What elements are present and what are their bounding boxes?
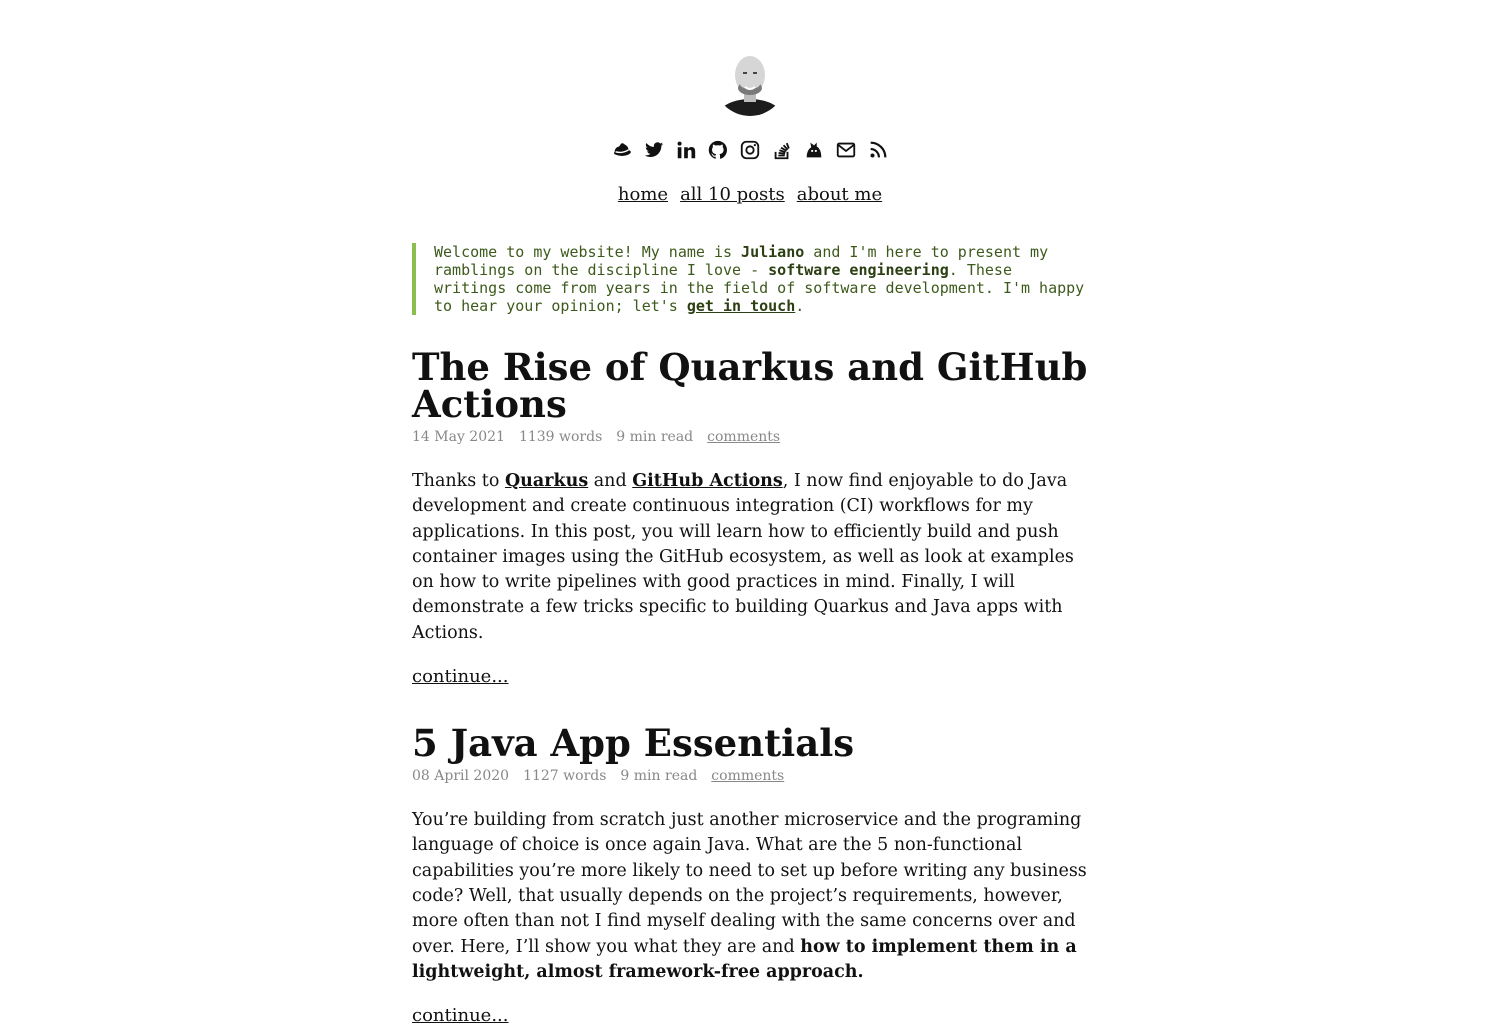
main-nav: home all 10 posts about me xyxy=(412,184,1088,205)
post-word-count: 1127 words xyxy=(523,768,607,785)
post-summary: Thanks to Quarkus and GitHub Actions, I … xyxy=(412,469,1088,646)
nav-all-posts[interactable]: all 10 posts xyxy=(680,184,785,205)
post-date: 08 April 2020 xyxy=(412,768,510,785)
continue-link[interactable]: continue... xyxy=(412,1005,509,1026)
intro-text-1: Welcome to my website! My name is xyxy=(434,243,742,261)
github-icon[interactable] xyxy=(707,139,729,161)
rss-icon[interactable] xyxy=(867,139,889,161)
nav-about-me[interactable]: about me xyxy=(797,184,882,205)
post-card: The Rise of Quarkus and GitHub Actions 1… xyxy=(412,349,1088,688)
post-comments-link[interactable]: comments xyxy=(707,429,780,445)
mastodon-icon[interactable] xyxy=(803,139,825,161)
post-meta: 14 May 2021 1139 words 9 min read commen… xyxy=(412,429,1088,445)
avatar-wrap xyxy=(412,44,1088,116)
quarkus-link[interactable]: Quarkus xyxy=(505,471,588,491)
intro-text-4: . xyxy=(795,297,805,315)
stackoverflow-icon[interactable] xyxy=(771,139,793,161)
twitter-icon[interactable] xyxy=(643,139,665,161)
intro-name: Juliano xyxy=(741,243,805,261)
email-icon[interactable] xyxy=(835,139,857,161)
redhat-icon[interactable] xyxy=(611,139,633,161)
avatar[interactable] xyxy=(714,44,786,116)
post-summary: You’re building from scratch just anothe… xyxy=(412,808,1088,985)
post-card: 5 Java App Essentials 08 April 2020 1127… xyxy=(412,725,1088,1026)
instagram-icon[interactable] xyxy=(739,139,761,161)
summary-text: Thanks to xyxy=(412,471,505,491)
summary-text: , I now find enjoyable to do Java develo… xyxy=(412,471,1074,643)
page: home all 10 posts about me Welcome to my… xyxy=(412,0,1088,1026)
summary-text: You’re building from scratch just anothe… xyxy=(412,810,1087,957)
post-title[interactable]: 5 Java App Essentials xyxy=(412,725,1088,762)
post-meta: 08 April 2020 1127 words 9 min read comm… xyxy=(412,768,1088,784)
linkedin-icon[interactable] xyxy=(675,139,697,161)
post-word-count: 1139 words xyxy=(518,429,603,445)
continue-link[interactable]: continue... xyxy=(412,666,509,687)
summary-text: and xyxy=(588,471,633,491)
github-actions-link[interactable]: GitHub Actions xyxy=(632,471,782,491)
post-read-time: 9 min read xyxy=(620,768,698,785)
post-date: 14 May 2021 xyxy=(412,429,505,445)
intro-topic: software engineering xyxy=(768,261,949,279)
nav-home[interactable]: home xyxy=(618,184,668,205)
intro-blockquote: Welcome to my website! My name is Julian… xyxy=(412,243,1088,315)
post-comments-link[interactable]: comments xyxy=(711,768,784,784)
post-read-time: 9 min read xyxy=(616,429,694,445)
post-title[interactable]: The Rise of Quarkus and GitHub Actions xyxy=(412,349,1088,423)
get-in-touch-link[interactable]: get in touch xyxy=(687,297,795,315)
social-links xyxy=(412,138,1088,162)
